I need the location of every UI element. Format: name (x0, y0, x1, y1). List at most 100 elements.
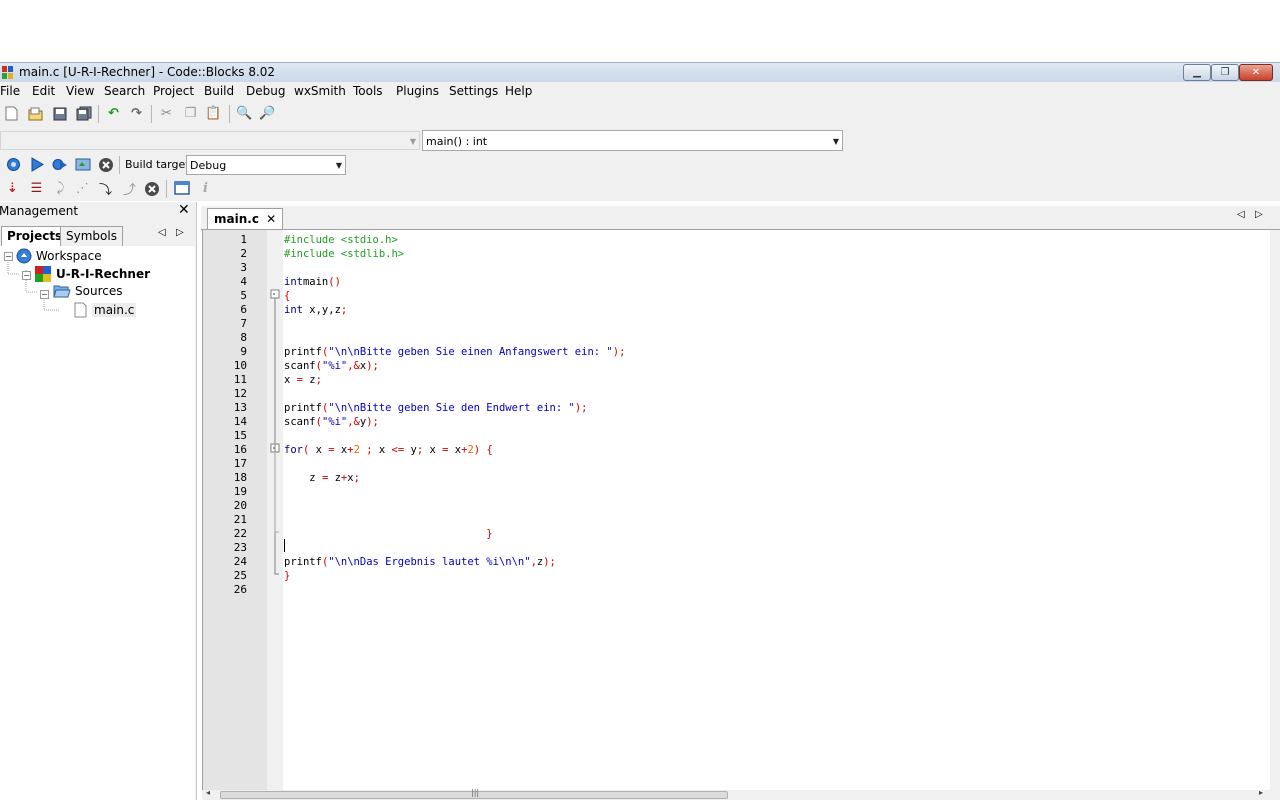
project-tree: − Workspace − U-R-I-Rechner − Sources ma… (0, 246, 195, 800)
menu-plugins[interactable]: Plugins (396, 84, 445, 98)
function-combo-value: main() : int (426, 135, 488, 148)
close-window-icon: ✕ (1251, 67, 1261, 78)
code-token: z (284, 472, 322, 484)
code-token: printf (284, 346, 322, 358)
line-number: 9 (240, 345, 247, 358)
copy-icon[interactable]: ❐ (182, 105, 199, 122)
scope-combo[interactable]: ▼ (0, 131, 420, 150)
function-combo[interactable]: main() : int ▼ (422, 130, 843, 151)
replace-icon[interactable]: 🔎 (259, 105, 276, 122)
build-and-run-icon[interactable] (51, 156, 68, 173)
step-into-icon[interactable]: ⤵ (97, 180, 114, 198)
collapse-toggle[interactable]: − (40, 290, 49, 299)
line-number: 25 (233, 569, 247, 582)
tab-projects[interactable]: Projects (1, 226, 69, 247)
debugging-windows-icon[interactable] (173, 180, 190, 197)
tab-scroll-right-icon[interactable]: ▷ (176, 227, 184, 238)
code-line: scanf("%i",&y); (284, 416, 379, 428)
redo-icon[interactable]: ↷ (128, 105, 145, 122)
next-line-icon[interactable]: ⤸ (52, 180, 69, 197)
new-file-icon[interactable] (3, 105, 20, 122)
build-target-value: Debug (190, 159, 227, 172)
line-number: 16 (233, 443, 247, 456)
horizontal-scroll-thumb[interactable]: ||| (220, 788, 728, 799)
debugger-toolbar: ⇣ ☰ ⤸ ⋰ ⤵ ⤴ i (0, 177, 1280, 201)
menu-wxsmith[interactable]: wxSmith (294, 84, 352, 98)
tree-node-main-c[interactable]: main.c (74, 302, 137, 318)
undo-icon[interactable]: ↶ (105, 105, 122, 122)
code-line: z = z+x; (284, 472, 360, 484)
run-icon[interactable] (28, 156, 45, 173)
code-line: } (284, 528, 493, 540)
menu-edit[interactable]: Edit (32, 84, 61, 98)
tab-main-c[interactable]: main.c ✕ (207, 208, 284, 229)
collapse-toggle[interactable]: − (22, 271, 31, 280)
menu-project[interactable]: Project (153, 84, 200, 98)
window-title: main.c [U-R-I-Rechner] - Code::Blocks 8.… (19, 65, 276, 79)
code-token: int (284, 304, 303, 316)
step-out-icon[interactable]: ⤴ (121, 180, 138, 198)
menu-build[interactable]: Build (204, 84, 240, 98)
editor-tabs-right-icon[interactable]: ▷ (1255, 209, 1263, 220)
paste-icon[interactable]: 📋 (205, 105, 222, 122)
open-file-icon[interactable] (27, 105, 44, 122)
stop-debugger-icon[interactable] (143, 180, 160, 197)
menu-tools[interactable]: Tools (353, 84, 389, 98)
tree-node-sources[interactable]: Sources (53, 284, 122, 298)
menu-settings[interactable]: Settings (449, 84, 504, 98)
code-lines: 1 #include <stdio.h> 2 #include <stdlib.h> 3… (203, 230, 1271, 790)
tree-label-main-c: main.c (92, 303, 137, 317)
line-number: 10 (233, 359, 247, 372)
code-token: scanf (284, 360, 316, 372)
close-panel-icon[interactable]: ✕ (178, 202, 190, 218)
code-editor[interactable]: 1 #include <stdio.h> 2 #include <stdlib.h> 3… (202, 230, 1271, 790)
code-line: } (284, 570, 290, 582)
menu-file[interactable]: File (0, 84, 26, 98)
code-token: ; (315, 374, 322, 386)
code-token: ,& (347, 416, 360, 428)
save-all-icon[interactable] (75, 105, 92, 122)
editor-tabs-left-icon[interactable]: ◁ (1237, 209, 1245, 220)
menu-view[interactable]: View (66, 84, 100, 98)
find-icon[interactable]: 🔍 (236, 105, 253, 122)
abort-icon[interactable] (97, 156, 114, 173)
tab-projects-label: Projects (7, 229, 63, 243)
code-token: "%i" (321, 416, 348, 428)
debug-start-icon[interactable]: ⇣ (4, 180, 21, 197)
cut-icon[interactable]: ✂ (158, 105, 175, 122)
close-tab-icon[interactable]: ✕ (266, 212, 276, 226)
tab-scroll-left-icon[interactable]: ◁ (158, 227, 166, 238)
tree-node-project[interactable]: U-R-I-Rechner (35, 266, 150, 282)
code-token: x (372, 444, 392, 456)
rebuild-icon[interactable] (74, 156, 91, 173)
code-token: "\n\nDas Ergebnis lautet %i\n\n" (328, 556, 531, 568)
scroll-left-icon[interactable]: ◂ (206, 788, 210, 797)
code-line: { (284, 290, 290, 302)
scroll-right-icon[interactable]: ▸ (1259, 788, 1263, 797)
tree-node-workspace[interactable]: Workspace (16, 248, 102, 264)
line-number: 21 (233, 513, 247, 526)
code-token: <= (391, 444, 405, 456)
build-icon[interactable] (5, 156, 22, 173)
info-icon[interactable]: i (197, 180, 214, 197)
code-token: "\n\nBitte geben Sie einen Anfangswert e… (328, 346, 613, 358)
line-number: 1 (240, 233, 247, 246)
code-token: "%i" (321, 360, 348, 372)
tab-symbols[interactable]: Symbols (60, 226, 123, 246)
minimize-button[interactable]: ▁ (1183, 64, 1211, 81)
run-to-cursor-icon[interactable]: ☰ (28, 180, 45, 197)
code-token: main (302, 276, 329, 288)
collapse-toggle[interactable]: − (4, 252, 13, 261)
code-token: } (486, 528, 493, 540)
build-target-select[interactable]: Debug ▼ (186, 155, 346, 175)
save-icon[interactable] (51, 105, 68, 122)
close-window-button[interactable]: ✕ (1239, 64, 1273, 81)
menu-debug[interactable]: Debug (246, 84, 291, 98)
menu-help[interactable]: Help (505, 84, 538, 98)
next-instruction-icon[interactable]: ⋰ (74, 180, 91, 197)
code-token: { (284, 290, 291, 302)
horizontal-scrollbar[interactable]: ◂ ||| ▸ (202, 788, 1270, 800)
restore-button[interactable]: ❐ (1211, 64, 1239, 81)
code-token: { (486, 444, 493, 456)
menu-search[interactable]: Search (104, 84, 151, 98)
